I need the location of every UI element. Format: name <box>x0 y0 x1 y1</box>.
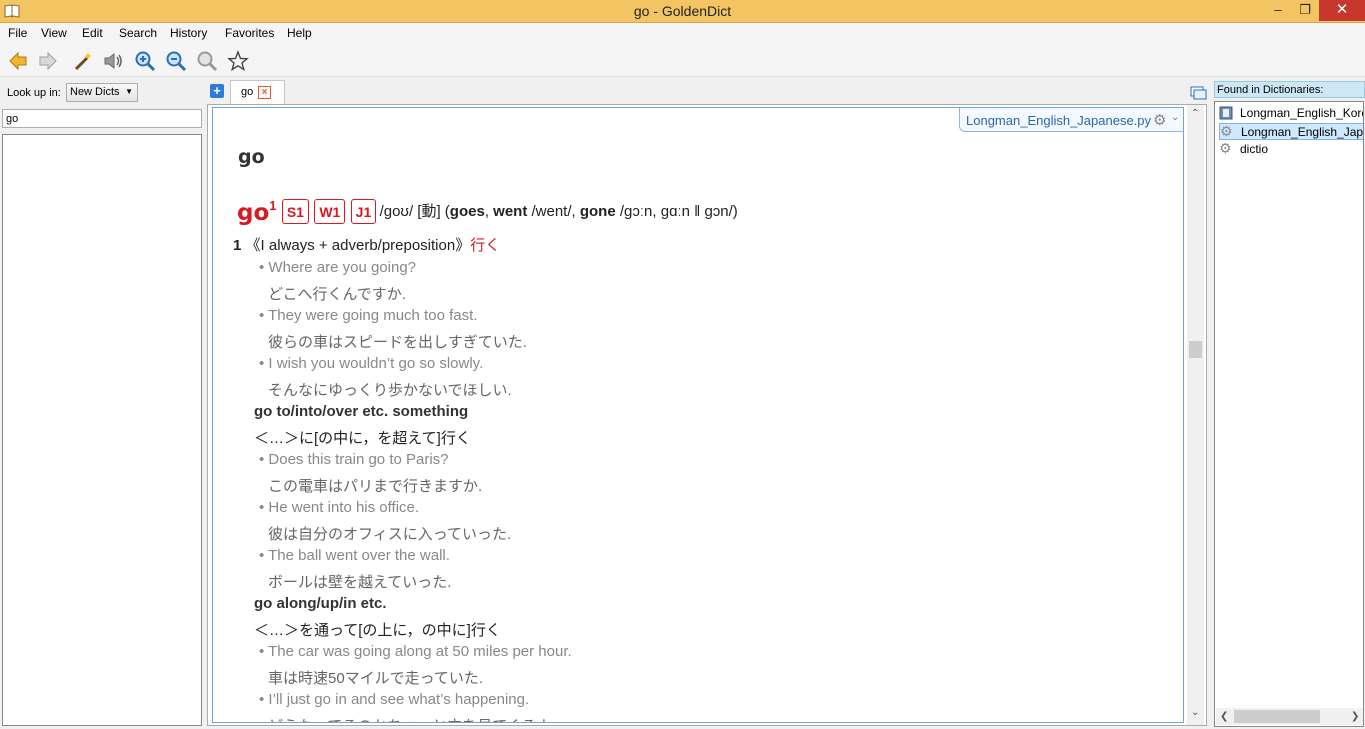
sense-translation: 行く <box>470 237 501 254</box>
found-dictionary-label: Longman_English_Japanese.py <box>1241 125 1364 139</box>
word-list[interactable] <box>2 134 202 726</box>
gear-icon[interactable]: ⚙ <box>1153 111 1166 129</box>
example-sentence: • Where are you going? <box>259 259 417 276</box>
scrollbar-thumb[interactable] <box>1234 710 1320 723</box>
example-sentence: • The ball went over the wall. <box>259 547 450 564</box>
zoom-out-icon[interactable] <box>165 50 187 72</box>
found-dictionary-label: Longman_English_Korean.py <box>1240 106 1363 120</box>
example-translation: どうなってるのかちょっと中を見てくるよ. <box>268 715 556 722</box>
found-dictionaries-list[interactable]: Longman_English_Korean.py ⚙ Longman_Engl… <box>1214 101 1364 727</box>
menu-favorites[interactable]: Favorites <box>225 26 274 40</box>
word-form: went <box>493 203 528 220</box>
frequency-badge: W1 <box>314 199 346 224</box>
forward-arrow-icon[interactable] <box>37 50 59 72</box>
example-sentence: • They were going much too fast. <box>259 307 478 324</box>
example-translation: どこへ行くんですか. <box>268 286 406 303</box>
toolbar <box>0 43 1365 77</box>
example-translation: この電車はパリまで行きますか. <box>268 478 483 495</box>
entry-word: go <box>237 200 270 226</box>
tab-go[interactable]: go × <box>230 80 285 104</box>
zoom-in-icon[interactable] <box>134 50 156 72</box>
frequency-badge: S1 <box>281 199 309 224</box>
dictionary-group-value: New Dicts <box>70 86 120 98</box>
scroll-up-icon[interactable]: ⌃ <box>1191 108 1199 119</box>
example-sentence: • I’ll just go in and see what’s happeni… <box>259 691 530 708</box>
tab-list-icon[interactable] <box>1190 86 1207 100</box>
menu-view[interactable]: View <box>41 26 67 40</box>
dictionary-name[interactable]: Longman_English_Japanese.py <box>966 113 1151 128</box>
word-form: goes <box>449 203 485 220</box>
menu-file[interactable]: File <box>8 26 27 40</box>
found-in-dictionaries-header: Found in Dictionaries: <box>1214 81 1365 98</box>
close-button[interactable]: ✕ <box>1319 0 1365 21</box>
scroll-down-icon[interactable]: ⌄ <box>1191 707 1199 718</box>
article-content: Longman_English_Japanese.py ⚙ ⌄ go go1 S… <box>212 107 1184 723</box>
chevron-down-icon: ▼ <box>125 87 133 96</box>
article-headword: go <box>238 146 265 168</box>
star-icon[interactable] <box>227 50 249 72</box>
phrase-translation: ＜…＞を通って[の上に，の中に]行く <box>254 622 501 639</box>
speaker-icon[interactable] <box>102 50 124 72</box>
example-sentence: • Does this train go to Paris? <box>259 451 449 468</box>
found-list-scrollbar[interactable]: ❮ ❯ <box>1216 708 1363 725</box>
menu-bar: File View Edit Search History Favorites … <box>0 23 1365 43</box>
book-icon <box>1219 106 1233 120</box>
phrase-heading: go to/into/over etc. something <box>254 403 469 420</box>
phrase-heading: go along/up/in etc. <box>254 595 387 612</box>
phrase-translation: ＜…＞に[の中に，を超えて]行く <box>254 430 471 447</box>
scrollbar-thumb[interactable] <box>1189 341 1202 358</box>
found-dictionary-item[interactable]: ⚙ dictio <box>1219 140 1363 158</box>
example-translation: 車は時速50マイルで走っていた. <box>268 670 484 687</box>
tab-label: go <box>241 86 254 98</box>
article-view[interactable]: Longman_English_Japanese.py ⚙ ⌄ go go1 S… <box>207 104 1207 726</box>
back-arrow-icon[interactable] <box>7 50 29 72</box>
example-sentence: • The car was going along at 50 miles pe… <box>259 643 572 660</box>
example-translation: 彼は自分のオフィスに入っていった. <box>268 526 512 543</box>
menu-edit[interactable]: Edit <box>82 26 103 40</box>
gear-icon: ⚙ <box>1220 123 1233 139</box>
example-sentence: • He went into his office. <box>259 499 420 516</box>
example-translation: ボールは壁を越えていった. <box>268 574 452 591</box>
magic-wand-icon[interactable] <box>72 50 94 72</box>
gear-icon: ⚙ <box>1219 140 1232 156</box>
menu-history[interactable]: History <box>170 26 207 40</box>
minimize-button[interactable]: – <box>1265 0 1291 21</box>
scroll-left-icon[interactable]: ❮ <box>1220 711 1228 722</box>
entry-pronunciation: /goʊ/ [動] (goes, went /went/, gone /gɔːn… <box>379 203 738 220</box>
entry-superscript: 1 <box>269 198 277 213</box>
found-dictionary-label: dictio <box>1240 142 1269 156</box>
menu-help[interactable]: Help <box>287 26 312 40</box>
window-title: go - GoldenDict <box>633 3 732 19</box>
search-input[interactable] <box>2 109 202 128</box>
article-scrollbar[interactable]: ⌃ ⌄ <box>1187 105 1204 725</box>
example-translation: 彼らの車はスピードを出しすぎていた. <box>268 334 527 351</box>
menu-search[interactable]: Search <box>119 26 157 40</box>
sense-definition: 1 《I always + adverb/preposition》行く <box>233 237 501 254</box>
chevron-down-icon[interactable]: ⌄ <box>1171 112 1179 123</box>
word-form: gone <box>579 203 616 220</box>
zoom-reset-icon[interactable] <box>196 50 218 72</box>
example-sentence: • I wish you wouldn’t go so slowly. <box>259 355 484 372</box>
scroll-right-icon[interactable]: ❯ <box>1351 711 1359 722</box>
frequency-badge: J1 <box>350 199 377 224</box>
dictionary-group-select[interactable]: New Dicts ▼ <box>66 83 138 102</box>
new-tab-button[interactable]: + <box>210 84 224 98</box>
title-bar: go - GoldenDict – ❐ ✕ <box>0 0 1365 23</box>
maximize-button[interactable]: ❐ <box>1292 0 1318 21</box>
example-translation: そんなにゆっくり歩かないでほしい. <box>268 382 512 399</box>
found-dictionary-item[interactable]: Longman_English_Korean.py <box>1219 105 1363 122</box>
found-dictionary-item[interactable]: ⚙ Longman_English_Japanese.py <box>1219 123 1364 140</box>
lookup-label: Look up in: <box>7 87 61 99</box>
entry-header: go1 S1 W1 J1 /goʊ/ [動] (goes, went /went… <box>237 198 738 230</box>
dictionary-bar[interactable]: Longman_English_Japanese.py ⚙ ⌄ <box>959 108 1183 132</box>
close-tab-icon[interactable]: × <box>258 86 271 99</box>
